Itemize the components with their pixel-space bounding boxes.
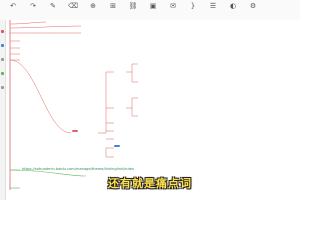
sidebar-marker[interactable] [1, 44, 4, 47]
note-button[interactable]: ✉ [165, 3, 181, 18]
video-subtitle: 还有就是痛点词 [108, 177, 192, 190]
connector [9, 59, 72, 134]
link-icon: ⛓ [128, 2, 138, 10]
theme-button[interactable]: ◐ [225, 3, 241, 18]
mindmap-canvas[interactable]: https://sohuadmin.baidu.com/manage/theme… [6, 20, 300, 200]
connector [131, 108, 138, 117]
clear-format-icon: ⌫ [68, 2, 78, 10]
image-icon: ▣ [149, 2, 157, 10]
insert-node-button[interactable]: ⊕ [85, 3, 101, 18]
theme-icon: ◐ [229, 2, 237, 10]
mindmap-node[interactable]: https://sohuadmin.baidu.com/manage/theme… [22, 167, 134, 172]
format-painter-button[interactable]: ✎ [45, 3, 61, 18]
clear-format-button[interactable]: ⌫ [65, 3, 81, 18]
sidebar-marker[interactable] [1, 86, 4, 89]
style-button[interactable]: ⚙ [245, 3, 261, 18]
sidebar-marker[interactable] [1, 58, 4, 61]
note-icon: ✉ [170, 2, 176, 10]
mindmap-node[interactable] [72, 130, 78, 132]
connector [9, 25, 82, 29]
mindmap-node-selected[interactable] [114, 145, 120, 147]
style-icon: ⚙ [249, 2, 257, 10]
sidebar-marker[interactable] [1, 30, 4, 33]
connector [131, 72, 138, 83]
connector [9, 21, 47, 25]
connector [126, 63, 138, 73]
sidebar-marker[interactable] [1, 72, 4, 75]
redo-icon: ↷ [30, 2, 36, 10]
link-button[interactable]: ⛓ [125, 3, 141, 18]
redo-button[interactable]: ↷ [25, 3, 41, 18]
insert-subnode-button[interactable]: ⊞ [105, 3, 121, 18]
image-button[interactable]: ▣ [145, 3, 161, 18]
outline-button[interactable]: ☰ [205, 3, 221, 18]
summary-icon: } [190, 2, 196, 10]
insert-subnode-icon: ⊞ [110, 2, 116, 10]
format-painter-icon: ✎ [50, 2, 56, 10]
insert-node-icon: ⊕ [90, 2, 96, 10]
mindmap-connectors [9, 20, 138, 190]
summary-button[interactable]: } [185, 3, 201, 18]
undo-button[interactable]: ↶ [5, 3, 21, 18]
connector [105, 148, 114, 158]
toolbar: ↶ ↷ ✎ ⌫ ⊕ ⊞ ⛓ ▣ ✉ } ☰ ◐ ⚙ [0, 0, 300, 21]
connector [98, 71, 114, 134]
outline-icon: ☰ [209, 2, 217, 10]
connector [126, 97, 138, 109]
undo-icon: ↶ [10, 2, 16, 10]
